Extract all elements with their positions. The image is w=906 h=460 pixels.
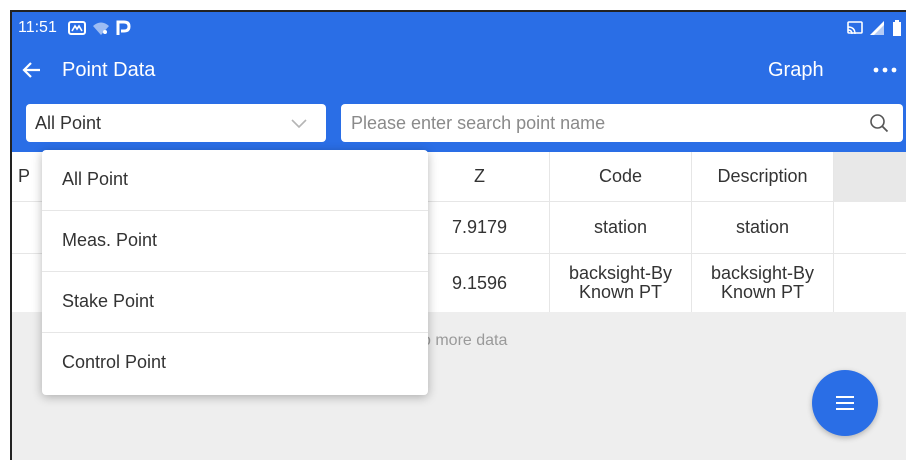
point-type-select[interactable]: All Point	[26, 104, 326, 142]
cell-description: backsight-By Known PT	[692, 254, 834, 312]
dropdown-option-all-point[interactable]: All Point	[42, 150, 428, 211]
dropdown-option-label: Control Point	[62, 352, 167, 372]
cell-code: backsight-By Known PT	[550, 254, 692, 312]
status-time: 11:51	[18, 19, 57, 36]
column-header-z: Z	[410, 152, 550, 201]
menu-icon	[836, 396, 854, 410]
page-title: Point Data	[62, 59, 156, 81]
dropdown-option-label: Meas. Point	[62, 230, 158, 250]
signal-icon	[870, 21, 884, 35]
app-notification-icon	[68, 21, 86, 35]
search-icon[interactable]	[868, 112, 890, 134]
cell-description: station	[692, 202, 834, 253]
battery-icon	[893, 20, 901, 36]
cell-z: 7.9179	[410, 202, 550, 253]
no-more-data-text: o more data	[422, 332, 508, 349]
cell-code: station	[550, 202, 692, 253]
wifi-icon	[93, 22, 109, 35]
chevron-down-icon	[291, 119, 307, 129]
dropdown-option-label: All Point	[62, 169, 129, 189]
menu-fab-button[interactable]	[812, 370, 878, 436]
header-filler	[834, 152, 906, 202]
search-box	[341, 104, 903, 142]
dropdown-option-control-point[interactable]: Control Point	[42, 333, 428, 394]
app-bar: Point Data Graph	[12, 46, 906, 98]
parking-icon	[116, 20, 131, 35]
dropdown-option-label: Stake Point	[62, 291, 155, 311]
column-header-code: Code	[550, 152, 692, 201]
cast-icon	[847, 21, 863, 35]
filter-bar: All Point	[12, 98, 906, 152]
graph-button[interactable]: Graph	[768, 59, 824, 82]
point-type-dropdown: All Point Meas. Point Stake Point Contro…	[42, 150, 428, 395]
column-header-description: Description	[692, 152, 834, 201]
column-header-point: P	[18, 166, 31, 187]
point-type-selected: All Point	[35, 113, 102, 133]
dropdown-option-stake-point[interactable]: Stake Point	[42, 272, 428, 333]
search-input[interactable]	[351, 104, 851, 142]
back-arrow-icon[interactable]	[20, 58, 44, 82]
dropdown-option-meas-point[interactable]: Meas. Point	[42, 211, 428, 272]
app-screen: 11:51 Point Data Graph All Point Please …	[10, 10, 906, 460]
cell-z: 9.1596	[410, 254, 550, 312]
more-options-icon[interactable]	[870, 58, 900, 82]
status-bar: 11:51	[12, 12, 906, 46]
